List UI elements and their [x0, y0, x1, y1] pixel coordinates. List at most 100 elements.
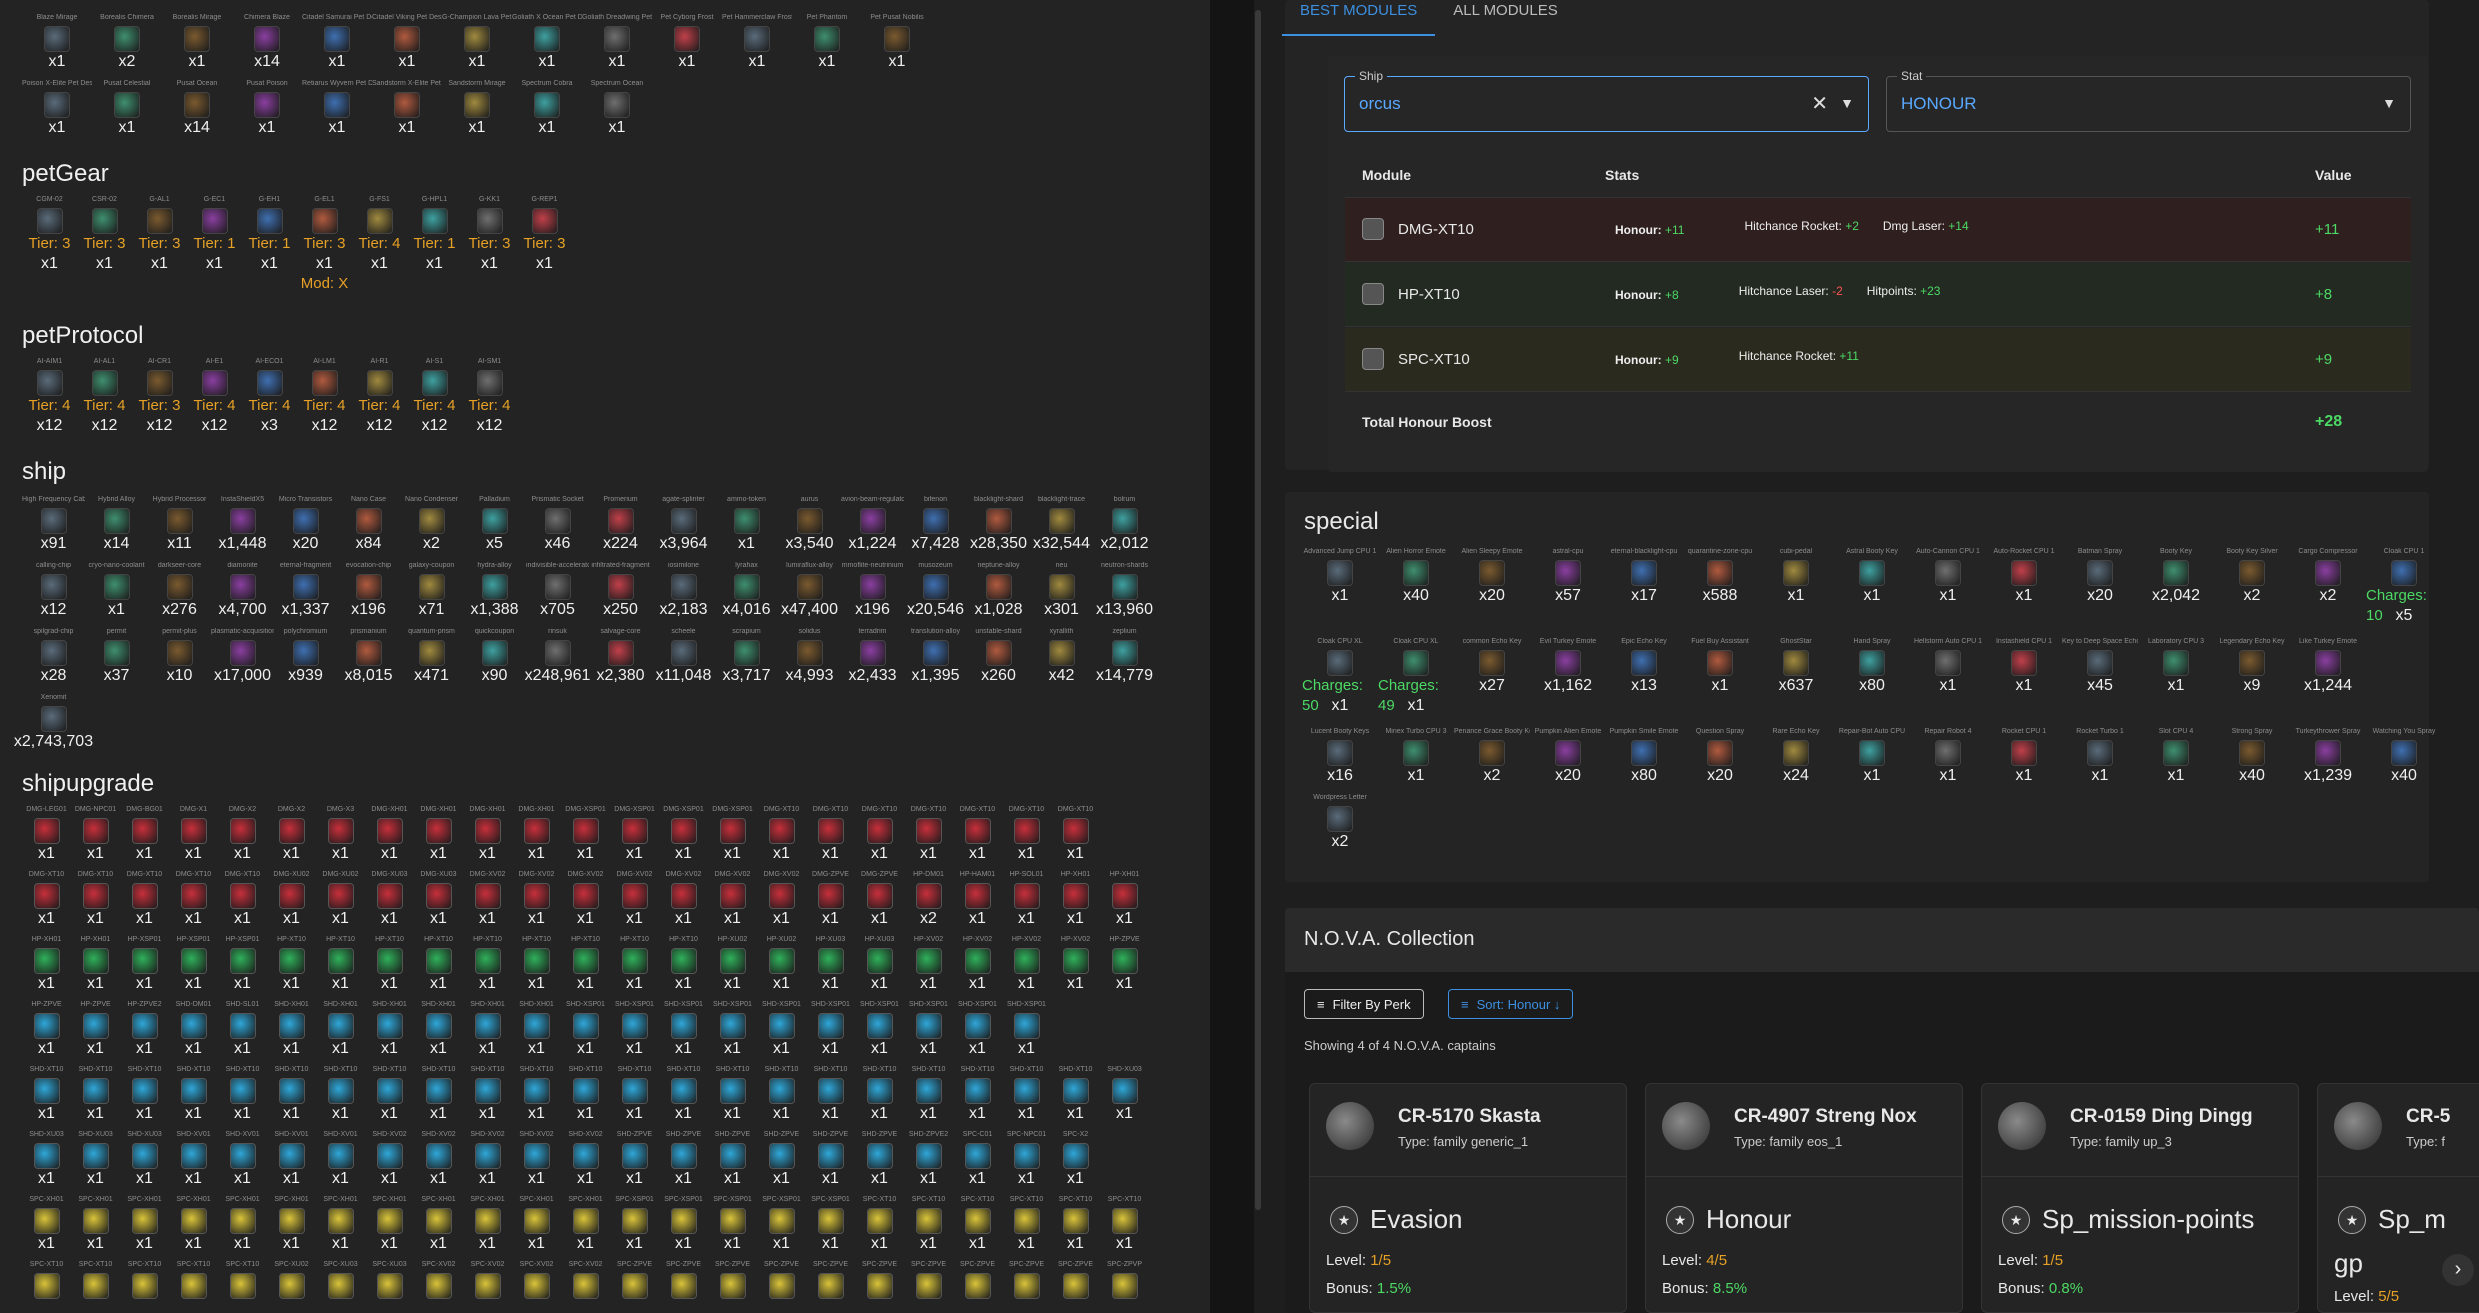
shipupgrade-item[interactable]: SHD-XV02 x1 — [414, 1131, 463, 1189]
shipupgrade-item[interactable]: SHD-XU03 x1 — [120, 1131, 169, 1189]
inventory-item[interactable]: Laboratory CPU 3 x1 — [2138, 638, 2214, 716]
shipupgrade-item[interactable]: HP-XV02 x1 — [1051, 936, 1100, 994]
inventory-item[interactable]: indivisible-accelerator x705 — [526, 562, 589, 620]
shipupgrade-item[interactable]: DMG-XV02 x1 — [757, 871, 806, 929]
inventory-item[interactable]: Hellstorm Auto CPU 1 x1 — [1910, 638, 1986, 716]
shipupgrade-item[interactable]: SPC-XT10 x1 — [855, 1196, 904, 1254]
shipupgrade-item[interactable]: SHD-ZPVE x1 — [659, 1131, 708, 1189]
shipupgrade-item[interactable]: SHD-XT10 x1 — [267, 1066, 316, 1124]
shipupgrade-item[interactable]: HP-XT10 x1 — [365, 936, 414, 994]
inventory-item[interactable]: terradrim x2,433 — [841, 628, 904, 686]
shipupgrade-item[interactable]: SHD-XT10 x1 — [855, 1066, 904, 1124]
shipupgrade-item[interactable]: DMG-LEG01 x1 — [22, 806, 71, 864]
shipupgrade-item[interactable]: SHD-XSP01 x1 — [610, 1001, 659, 1059]
inventory-item[interactable]: AI-CR1 Tier: 3 x12 — [132, 358, 187, 436]
inventory-item[interactable]: Alien Horror Emote x40 — [1378, 548, 1454, 626]
inventory-item[interactable]: Citadel Viking Pet Design x1 — [372, 14, 442, 72]
shipupgrade-item[interactable]: SPC-XT10 — [218, 1261, 267, 1299]
shipupgrade-item[interactable]: SPC-XU03 — [365, 1261, 414, 1299]
shipupgrade-item[interactable]: HP-XU03 x1 — [806, 936, 855, 994]
shipupgrade-item[interactable]: HP-ZPVE2 x1 — [120, 1001, 169, 1059]
shipupgrade-item[interactable]: SPC-XT10 — [120, 1261, 169, 1299]
clear-icon[interactable]: ✕ — [1811, 91, 1828, 116]
inventory-item[interactable]: Repair Robot 4 x1 — [1910, 728, 1986, 786]
shipupgrade-item[interactable]: SHD-XT10 x1 — [708, 1066, 757, 1124]
shipupgrade-item[interactable]: SHD-XH01 x1 — [267, 1001, 316, 1059]
shipupgrade-item[interactable]: SHD-ZPVE x1 — [708, 1131, 757, 1189]
shipupgrade-item[interactable]: DMG-X3 x1 — [316, 806, 365, 864]
filter-by-perk-button[interactable]: ≡ Filter By Perk — [1304, 989, 1424, 1019]
shipupgrade-item[interactable]: SPC-ZPVE — [953, 1261, 1002, 1299]
shipupgrade-item[interactable]: DMG-ZPVE x1 — [855, 871, 904, 929]
inventory-item[interactable]: G-Champion Lava Pet Design x1 — [442, 14, 512, 72]
inventory-item[interactable]: G-AL1 Tier: 3 x1 — [132, 196, 187, 294]
shipupgrade-item[interactable]: DMG-X2 x1 — [218, 806, 267, 864]
shipupgrade-item[interactable]: SPC-XH01 x1 — [561, 1196, 610, 1254]
shipupgrade-item[interactable]: SPC-XH01 x1 — [267, 1196, 316, 1254]
inventory-item[interactable]: AI-ECO1 Tier: 4 x3 — [242, 358, 297, 436]
shipupgrade-item[interactable]: SHD-XSP01 x1 — [806, 1001, 855, 1059]
inventory-item[interactable]: solidus x4,993 — [778, 628, 841, 686]
shipupgrade-item[interactable]: SPC-XT10 x1 — [1002, 1196, 1051, 1254]
inventory-item[interactable]: AI-LM1 Tier: 4 x12 — [297, 358, 352, 436]
inventory-item[interactable]: Promerium x224 — [589, 496, 652, 554]
inventory-item[interactable]: AI-R1 Tier: 4 x12 — [352, 358, 407, 436]
module-row[interactable]: SPC-XT10 Honour: +9 Hitchance Rocket: +11 +… — [1345, 328, 2411, 392]
shipupgrade-item[interactable]: SHD-XV02 x1 — [512, 1131, 561, 1189]
inventory-item[interactable]: musozeum x20,546 — [904, 562, 967, 620]
inventory-item[interactable]: darkseer-core x276 — [148, 562, 211, 620]
inventory-item[interactable]: G-HPL1 Tier: 1 x1 — [407, 196, 462, 294]
shipupgrade-item[interactable]: HP-DM01 x2 — [904, 871, 953, 929]
shipupgrade-item[interactable]: SPC-ZPVE — [855, 1261, 904, 1299]
shipupgrade-item[interactable]: SHD-XT10 x1 — [22, 1066, 71, 1124]
inventory-item[interactable]: Alien Sleepy Emote x20 — [1454, 548, 1530, 626]
inventory-item[interactable]: Pumpkin Alien Emote x20 — [1530, 728, 1606, 786]
inventory-item[interactable]: Instashield CPU 1 x1 — [1986, 638, 2062, 716]
inventory-item[interactable]: Repair-Bot Auto CPU x1 — [1834, 728, 1910, 786]
inventory-item[interactable]: Pet Cyborg Frost x1 — [652, 14, 722, 72]
shipupgrade-item[interactable]: HP-XH01 x1 — [1051, 871, 1100, 929]
tab-all-modules[interactable]: ALL MODULES — [1435, 0, 1575, 36]
shipupgrade-item[interactable]: DMG-XT10 x1 — [953, 806, 1002, 864]
inventory-item[interactable]: diamonite x4,700 — [211, 562, 274, 620]
shipupgrade-item[interactable]: SPC-XV02 — [463, 1261, 512, 1299]
shipupgrade-item[interactable]: SPC-XT10 x1 — [904, 1196, 953, 1254]
shipupgrade-item[interactable]: DMG-XH01 x1 — [512, 806, 561, 864]
shipupgrade-item[interactable]: HP-XH01 x1 — [22, 936, 71, 994]
inventory-item[interactable]: Borealis Mirage x1 — [162, 14, 232, 72]
inventory-item[interactable]: hydra-alloy x1,388 — [463, 562, 526, 620]
shipupgrade-item[interactable]: SHD-ZPVE x1 — [757, 1131, 806, 1189]
sort-button[interactable]: ≡ Sort: Honour ↓ — [1448, 989, 1574, 1019]
inventory-item[interactable]: quarantine-zone-cpu x588 — [1682, 548, 1758, 626]
inventory-item[interactable]: Question Spray x20 — [1682, 728, 1758, 786]
shipupgrade-item[interactable]: DMG-XSP01 x1 — [659, 806, 708, 864]
shipupgrade-item[interactable]: SHD-XH01 x1 — [365, 1001, 414, 1059]
inventory-item[interactable]: infiltrated-fragment x250 — [589, 562, 652, 620]
shipupgrade-item[interactable]: SHD-XV01 x1 — [218, 1131, 267, 1189]
shipupgrade-item[interactable]: SHD-XSP01 x1 — [953, 1001, 1002, 1059]
inventory-item[interactable]: Blaze Mirage x1 — [22, 14, 92, 72]
inventory-item[interactable]: Citadel Samurai Pet Design x1 — [302, 14, 372, 72]
shipupgrade-item[interactable]: HP-XT10 x1 — [561, 936, 610, 994]
shipupgrade-item[interactable]: HP-XV02 x1 — [1002, 936, 1051, 994]
inventory-item[interactable]: G-REP1 Tier: 3 x1 — [517, 196, 572, 294]
inventory-item[interactable]: G-KK1 Tier: 3 x1 — [462, 196, 517, 294]
inventory-item[interactable]: Hybrid Processor x11 — [148, 496, 211, 554]
shipupgrade-item[interactable]: SHD-XT10 x1 — [1051, 1066, 1100, 1124]
shipupgrade-item[interactable]: SHD-XT10 x1 — [904, 1066, 953, 1124]
shipupgrade-item[interactable]: SHD-XU03 x1 — [1100, 1066, 1149, 1124]
shipupgrade-item[interactable]: SHD-ZPVE x1 — [806, 1131, 855, 1189]
inventory-item[interactable]: Batman Spray x20 — [2062, 548, 2138, 626]
inventory-item[interactable]: evocation-chip x196 — [337, 562, 400, 620]
shipupgrade-item[interactable]: SPC-XSP01 x1 — [659, 1196, 708, 1254]
shipupgrade-item[interactable]: SHD-XT10 x1 — [757, 1066, 806, 1124]
shipupgrade-item[interactable]: SHD-XT10 x1 — [610, 1066, 659, 1124]
shipupgrade-item[interactable]: SPC-XH01 x1 — [316, 1196, 365, 1254]
shipupgrade-item[interactable]: SHD-XT10 x1 — [414, 1066, 463, 1124]
shipupgrade-item[interactable]: SHD-XT10 x1 — [1002, 1066, 1051, 1124]
inventory-item[interactable]: Chimera Blaze x14 — [232, 14, 302, 72]
inventory-item[interactable]: Astral Booty Key x1 — [1834, 548, 1910, 626]
shipupgrade-item[interactable]: SHD-ZPVE2 x1 — [904, 1131, 953, 1189]
shipupgrade-item[interactable]: DMG-NPC01 x1 — [71, 806, 120, 864]
shipupgrade-item[interactable]: SHD-XH01 x1 — [414, 1001, 463, 1059]
